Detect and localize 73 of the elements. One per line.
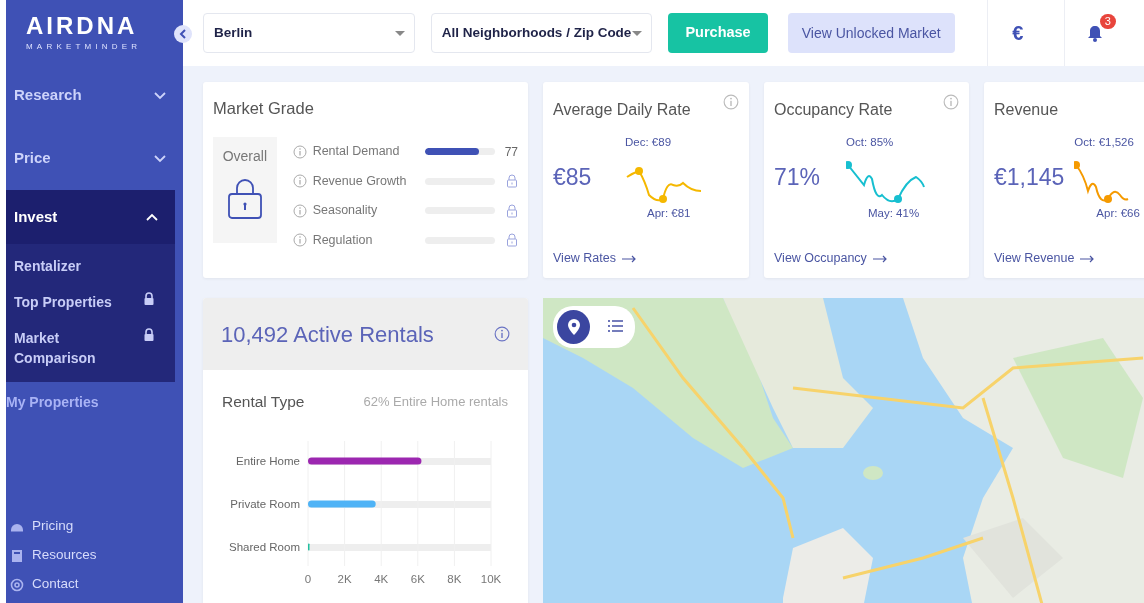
chevron-left-icon — [177, 27, 189, 41]
dropdown[interactable]: All Neighborhoods / Zip Code — [430, 13, 653, 53]
peak-label: Oct: €1,526 — [1074, 135, 1135, 150]
footer-link[interactable]: Contact — [10, 570, 79, 599]
info-icon[interactable] — [292, 144, 307, 159]
sidebar-subitem[interactable]: Market Comparison — [6, 320, 175, 376]
low-label: Apr: €66 — [1096, 206, 1141, 222]
card-link[interactable]: View Revenue — [994, 249, 1095, 268]
sidebar-item[interactable]: Invest — [6, 190, 175, 244]
bar — [308, 500, 376, 508]
arrow-right-icon — [622, 254, 636, 263]
notification-count: 3 — [1099, 14, 1116, 29]
chevron-down-icon — [153, 89, 167, 102]
map-pin-icon — [565, 318, 582, 336]
info-icon[interactable] — [292, 203, 307, 218]
logo: AIRDNA — [26, 14, 138, 38]
metric-value: €85 — [553, 164, 593, 193]
category-label: Shared Room — [229, 541, 300, 554]
info-icon[interactable] — [292, 233, 307, 247]
card-title: Occupancy Rate — [774, 100, 893, 120]
card-title: Average Daily Rate — [553, 100, 691, 120]
dropdown[interactable]: Berlin — [203, 13, 415, 53]
category-label: Entire Home — [236, 455, 300, 468]
sidebar-item[interactable]: Price — [6, 127, 183, 190]
view-button[interactable]: View Unlocked Market — [787, 13, 955, 53]
axis-label: 4K — [374, 573, 389, 586]
grade-label: Revenue Growth — [312, 172, 408, 190]
grade-label: Overall — [222, 146, 267, 166]
metric-value: €1,145 — [994, 164, 1065, 193]
arrow-right-icon — [872, 254, 887, 263]
info-icon[interactable] — [943, 94, 959, 110]
view-toggle-button[interactable] — [557, 310, 590, 344]
info-icon[interactable] — [292, 174, 307, 188]
axis-label: 0 — [304, 573, 312, 586]
sidebar-subitem[interactable]: Top Properties — [6, 284, 175, 320]
caret-icon — [393, 29, 406, 37]
notifications-button[interactable]: 3 — [1063, 0, 1125, 66]
card-link[interactable]: View Occupancy — [774, 249, 887, 268]
arrow-right-icon — [1080, 254, 1095, 263]
grade-value: 77 — [504, 143, 518, 161]
currency-button[interactable]: € — [986, 0, 1048, 66]
summary-text: 62% Entire Home rentals — [363, 392, 508, 411]
card-link[interactable]: View Rates — [553, 249, 636, 268]
card-title: Market Grade — [213, 98, 315, 119]
category-label: Private Room — [230, 498, 300, 511]
low-label: Apr: €81 — [647, 206, 692, 222]
padlock-icon — [226, 176, 263, 220]
footer-link[interactable]: Pricing — [10, 512, 74, 541]
caret-icon — [631, 29, 644, 37]
low-label: May: 41% — [868, 206, 921, 222]
peak-label: Dec: €89 — [625, 135, 673, 150]
grade-label: Seasonality — [312, 202, 379, 220]
bell-icon — [1086, 24, 1103, 42]
axis-label: 10K — [480, 573, 502, 586]
logo-subtitle: MARKETMINDER — [26, 41, 142, 53]
sidebar-subitem[interactable]: Rentalizer — [6, 248, 175, 284]
card-title: Revenue — [994, 100, 1059, 120]
axis-label: 2K — [337, 573, 352, 586]
chevron-down-icon — [153, 152, 167, 165]
peak-label: Oct: 85% — [846, 135, 895, 150]
info-icon[interactable] — [494, 326, 510, 342]
grade-label: Rental Demand — [312, 143, 401, 161]
axis-label: 8K — [447, 573, 462, 586]
grade-label: Regulation — [312, 231, 374, 249]
info-icon[interactable] — [723, 94, 739, 110]
section-title: Rental Type — [222, 392, 305, 412]
collapse-button[interactable] — [174, 25, 192, 43]
calculator-icon — [10, 548, 24, 563]
metric-value: 71% — [774, 164, 822, 193]
sidebar-item[interactable]: Research — [6, 64, 183, 127]
axis-label: 6K — [410, 573, 425, 586]
footer-link[interactable]: Resources — [10, 541, 97, 570]
card-title: 10,492 Active Rentals — [221, 320, 434, 349]
